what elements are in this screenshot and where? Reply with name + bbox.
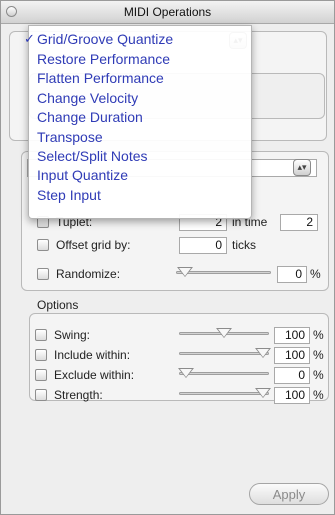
menu-item-grid-groove-quantize[interactable]: Grid/Groove Quantize <box>37 31 173 47</box>
randomize-checkbox[interactable] <box>37 268 49 280</box>
exclude-within-unit: % <box>313 368 324 382</box>
include-within-unit: % <box>313 348 324 362</box>
grid-popup-arrows-icon[interactable]: ▴▾ <box>293 159 311 176</box>
menu-item-transpose[interactable]: Transpose <box>37 129 103 145</box>
swing-slider-knob[interactable] <box>216 328 232 338</box>
menu-item-input-quantize[interactable]: Input Quantize <box>37 167 128 183</box>
strength-value-field[interactable]: 100 <box>274 387 310 404</box>
swing-checkbox[interactable] <box>35 329 47 341</box>
swing-label: Swing: <box>54 328 91 342</box>
apply-button[interactable]: Apply <box>249 483 329 505</box>
tuplet-time-field[interactable]: 2 <box>280 214 318 231</box>
menu-item-step-input[interactable]: Step Input <box>37 187 101 203</box>
menu-item-flatten-performance[interactable]: Flatten Performance <box>37 70 164 86</box>
randomize-label: Randomize: <box>56 267 121 281</box>
strength-slider-knob[interactable] <box>255 388 271 398</box>
options-title: Options <box>37 298 79 312</box>
offset-ticks-label: ticks <box>232 238 256 252</box>
checkmark-icon: ✓ <box>24 31 35 46</box>
midi-operations-window: MIDI Operations ▴▾ ▴▾ Tuplet: 2 in time … <box>0 0 335 515</box>
include-within-checkbox[interactable] <box>35 349 47 361</box>
offset-grid-label: Offset grid by: <box>56 238 131 252</box>
menu-item-restore-performance[interactable]: Restore Performance <box>37 51 170 67</box>
exclude-within-slider-knob[interactable] <box>178 368 194 378</box>
strength-unit: % <box>313 388 324 402</box>
operation-dropdown-menu: ✓ Grid/Groove Quantize Restore Performan… <box>24 25 252 219</box>
randomize-unit: % <box>310 267 321 281</box>
randomize-value-field[interactable]: 0 <box>277 266 307 283</box>
exclude-within-label: Exclude within: <box>54 368 135 382</box>
menu-item-change-duration[interactable]: Change Duration <box>37 109 143 125</box>
include-within-value-field[interactable]: 100 <box>274 347 310 364</box>
strength-checkbox[interactable] <box>35 389 47 401</box>
exclude-within-checkbox[interactable] <box>35 369 47 381</box>
exclude-within-value-field[interactable]: 0 <box>274 367 310 384</box>
offset-grid-checkbox[interactable] <box>37 239 49 251</box>
menu-item-change-velocity[interactable]: Change Velocity <box>37 90 138 106</box>
offset-grid-field[interactable]: 0 <box>179 237 227 254</box>
menu-item-select-split-notes[interactable]: Select/Split Notes <box>37 148 148 164</box>
swing-unit: % <box>313 328 324 342</box>
window-title: MIDI Operations <box>123 5 212 19</box>
strength-label: Strength: <box>54 388 103 402</box>
randomize-slider-knob[interactable] <box>177 267 193 277</box>
swing-value-field[interactable]: 100 <box>274 327 310 344</box>
include-within-slider-knob[interactable] <box>255 348 271 358</box>
include-within-label: Include within: <box>54 348 131 362</box>
title-bar[interactable]: MIDI Operations <box>1 1 334 24</box>
